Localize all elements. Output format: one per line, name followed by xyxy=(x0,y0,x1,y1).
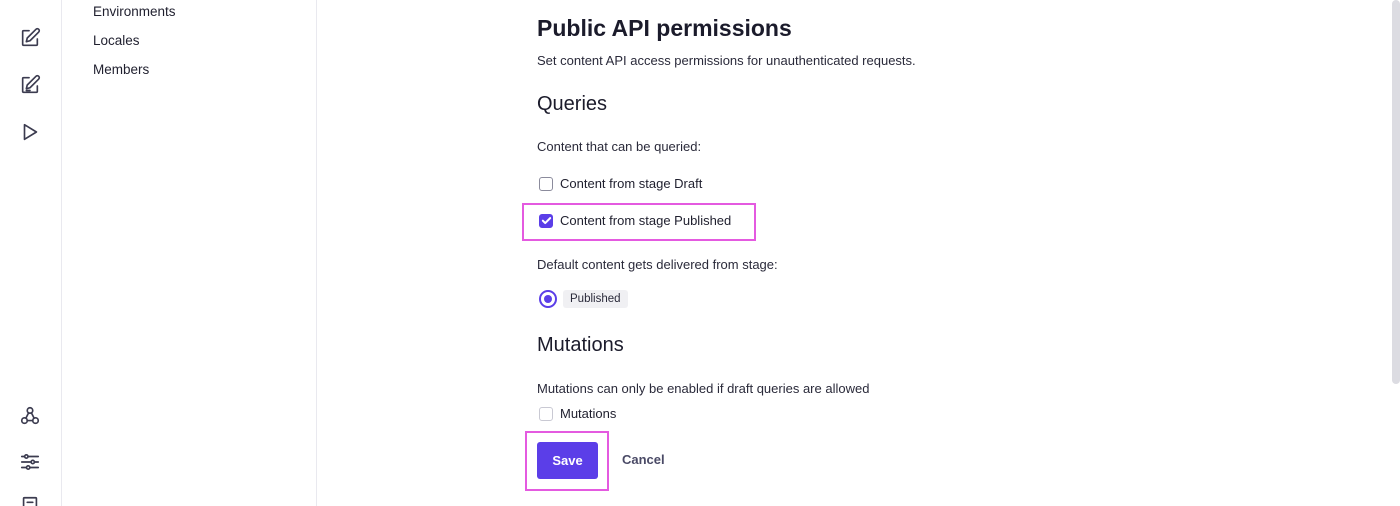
stage-badge: Published xyxy=(563,290,628,308)
check-icon xyxy=(541,217,551,225)
queries-heading: Queries xyxy=(537,93,608,115)
app: Environments Locales Members Public API … xyxy=(0,0,1400,506)
published-content-checkbox[interactable] xyxy=(539,213,553,228)
draft-content-checkbox-row[interactable]: Content from stage Draft xyxy=(539,176,702,191)
mutations-heading: Mutations xyxy=(537,334,624,356)
main-panel: Public API permissions Set content API a… xyxy=(317,0,1400,506)
icon-rail xyxy=(0,0,62,506)
nav-item-environments[interactable]: Environments xyxy=(93,4,176,20)
default-stage-prompt: Default content gets delivered from stag… xyxy=(537,257,778,272)
draft-content-label: Content from stage Draft xyxy=(560,176,703,191)
page-title: Public API permissions xyxy=(537,15,792,41)
cancel-button[interactable]: Cancel xyxy=(622,452,665,467)
settings-nav: Environments Locales Members xyxy=(62,0,317,506)
page-subtitle: Set content API access permissions for u… xyxy=(537,53,916,68)
published-content-label: Content from stage Published xyxy=(560,213,732,228)
edit-alt-icon[interactable] xyxy=(18,73,42,97)
mutations-label: Mutations xyxy=(560,406,617,421)
document-icon[interactable] xyxy=(18,494,42,506)
mutations-checkbox-row[interactable]: Mutations xyxy=(539,406,616,421)
mutations-note: Mutations can only be enabled if draft q… xyxy=(537,381,870,396)
edit-icon[interactable] xyxy=(18,26,42,50)
play-icon[interactable] xyxy=(18,120,42,144)
published-radio[interactable] xyxy=(539,290,557,308)
nav-item-locales[interactable]: Locales xyxy=(93,33,140,49)
mutations-checkbox[interactable] xyxy=(539,406,553,421)
save-button[interactable]: Save xyxy=(537,442,598,479)
nav-item-members[interactable]: Members xyxy=(93,62,149,78)
queries-prompt: Content that can be queried: xyxy=(537,139,702,154)
draft-content-checkbox[interactable] xyxy=(539,176,553,191)
published-content-checkbox-row[interactable]: Content from stage Published xyxy=(539,213,731,228)
default-stage-radio-row[interactable]: Published xyxy=(539,290,628,308)
scrollbar[interactable] xyxy=(1392,0,1400,384)
webhook-icon[interactable] xyxy=(18,404,42,428)
sliders-icon[interactable] xyxy=(18,450,42,474)
